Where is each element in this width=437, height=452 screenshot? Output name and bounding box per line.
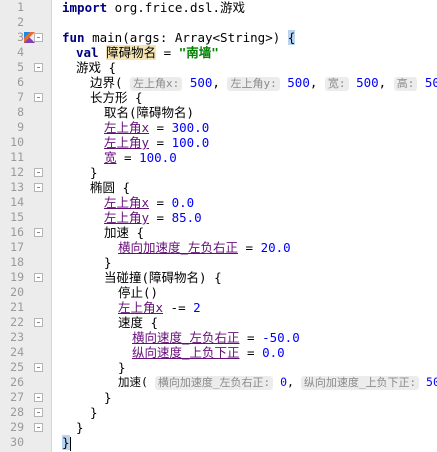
code-line-1: import org.frice.dsl.游戏 xyxy=(62,0,246,15)
code-line-13: 椭圆 { xyxy=(90,180,131,195)
code-line-16: 加速 { xyxy=(104,225,145,240)
code-line-5: 游戏 { xyxy=(76,60,117,75)
code-line-25: } xyxy=(118,360,126,375)
line-number: 21 xyxy=(10,300,24,314)
code-line-7: 长方形 { xyxy=(90,90,143,105)
code-line-10: 左上角y = 100.0 xyxy=(104,135,210,150)
text-cursor xyxy=(69,436,71,451)
fold-speed-icon[interactable] xyxy=(34,318,43,327)
code-line-22: 速度 { xyxy=(118,315,159,330)
fold-speed-end-icon[interactable] xyxy=(34,363,43,372)
fold-accel-icon[interactable] xyxy=(34,228,43,237)
line-number: 6 xyxy=(17,75,24,89)
line-number: 2 xyxy=(17,15,24,29)
fold-rect-icon[interactable] xyxy=(34,93,43,102)
fold-game-end-icon[interactable] xyxy=(34,408,43,417)
fold-collide-icon[interactable] xyxy=(34,273,43,282)
line-number: 5 xyxy=(17,60,24,74)
fold-game-icon[interactable] xyxy=(34,63,43,72)
code-line-20: 停止() xyxy=(118,285,159,300)
line-number: 29 xyxy=(10,420,24,434)
line-number: 13 xyxy=(10,180,24,194)
line-number: 24 xyxy=(10,345,24,359)
fold-ellipse-end-icon[interactable] xyxy=(34,393,43,402)
line-number: 18 xyxy=(10,255,24,269)
code-line-19: 当碰撞(障碍物名) { xyxy=(104,270,222,285)
line-number: 11 xyxy=(10,150,24,164)
line-number: 26 xyxy=(10,375,24,389)
line-number: 12 xyxy=(10,165,24,179)
line-number: 15 xyxy=(10,210,24,224)
code-editor[interactable]: 1 2 3 4 5 6 7 8 9 10 11 12 13 14 15 16 17 18 19 20 21 22 23 24 2… xyxy=(0,0,437,452)
line-number: 16 xyxy=(10,225,24,239)
code-line-6: 边界( 左上角x: 500, 左上角y: 500, 宽: 500, 高: 500… xyxy=(90,75,437,91)
code-line-8: 取名(障碍物名) xyxy=(104,105,195,120)
line-number: 8 xyxy=(17,105,24,119)
line-number: 19 xyxy=(10,270,24,284)
code-line-21: 左上角x -= 2 xyxy=(118,300,201,315)
code-line-15: 左上角y = 85.0 xyxy=(104,210,202,225)
code-line-27: } xyxy=(104,390,112,405)
code-line-30: } xyxy=(62,435,71,451)
code-line-11: 宽 = 100.0 xyxy=(104,150,177,165)
line-number: 28 xyxy=(10,405,24,419)
line-number: 3 xyxy=(17,30,24,44)
line-number: 30 xyxy=(10,435,24,449)
code-line-23: 横向速度_左负右正 = -50.0 xyxy=(132,330,300,345)
code-line-29: } xyxy=(76,420,84,435)
line-number: 25 xyxy=(10,360,24,374)
code-line-14: 左上角x = 0.0 xyxy=(104,195,195,210)
line-number: 17 xyxy=(10,240,24,254)
line-number: 14 xyxy=(10,195,24,209)
line-number: 10 xyxy=(10,135,24,149)
fold-rect-end-icon[interactable] xyxy=(34,168,43,177)
line-number: 9 xyxy=(17,120,24,134)
code-line-4: val 障碍物名 = "南墙" xyxy=(76,45,219,60)
line-number: 20 xyxy=(10,285,24,299)
fold-ellipse-icon[interactable] xyxy=(34,183,43,192)
fold-main-end-icon[interactable] xyxy=(34,423,43,432)
line-number: 27 xyxy=(10,390,24,404)
fold-main-icon[interactable] xyxy=(34,33,43,42)
line-number: 23 xyxy=(10,330,24,344)
code-line-18: } xyxy=(104,255,112,270)
line-number: 22 xyxy=(10,315,24,329)
code-line-12: } xyxy=(90,165,98,180)
line-number: 7 xyxy=(17,90,24,104)
code-line-24: 纵向速度_上负下正 = 0.0 xyxy=(132,345,285,360)
code-line-17: 横向加速度_左负右正 = 20.0 xyxy=(118,240,291,255)
line-number: 4 xyxy=(17,45,24,59)
gutter: 1 2 3 4 5 6 7 8 9 10 11 12 13 14 15 16 17 18 19 20 21 22 23 24 2… xyxy=(0,0,52,452)
line-number: 1 xyxy=(17,0,24,14)
code-line-9: 左上角x = 300.0 xyxy=(104,120,210,135)
code-line-26: 加速( 横向加速度_左负右正: 0, 纵向加速度_上负下正: 50) xyxy=(118,375,437,390)
code-line-28: } xyxy=(90,405,98,420)
code-line-3: fun main(args: Array<String>) { xyxy=(62,30,296,45)
